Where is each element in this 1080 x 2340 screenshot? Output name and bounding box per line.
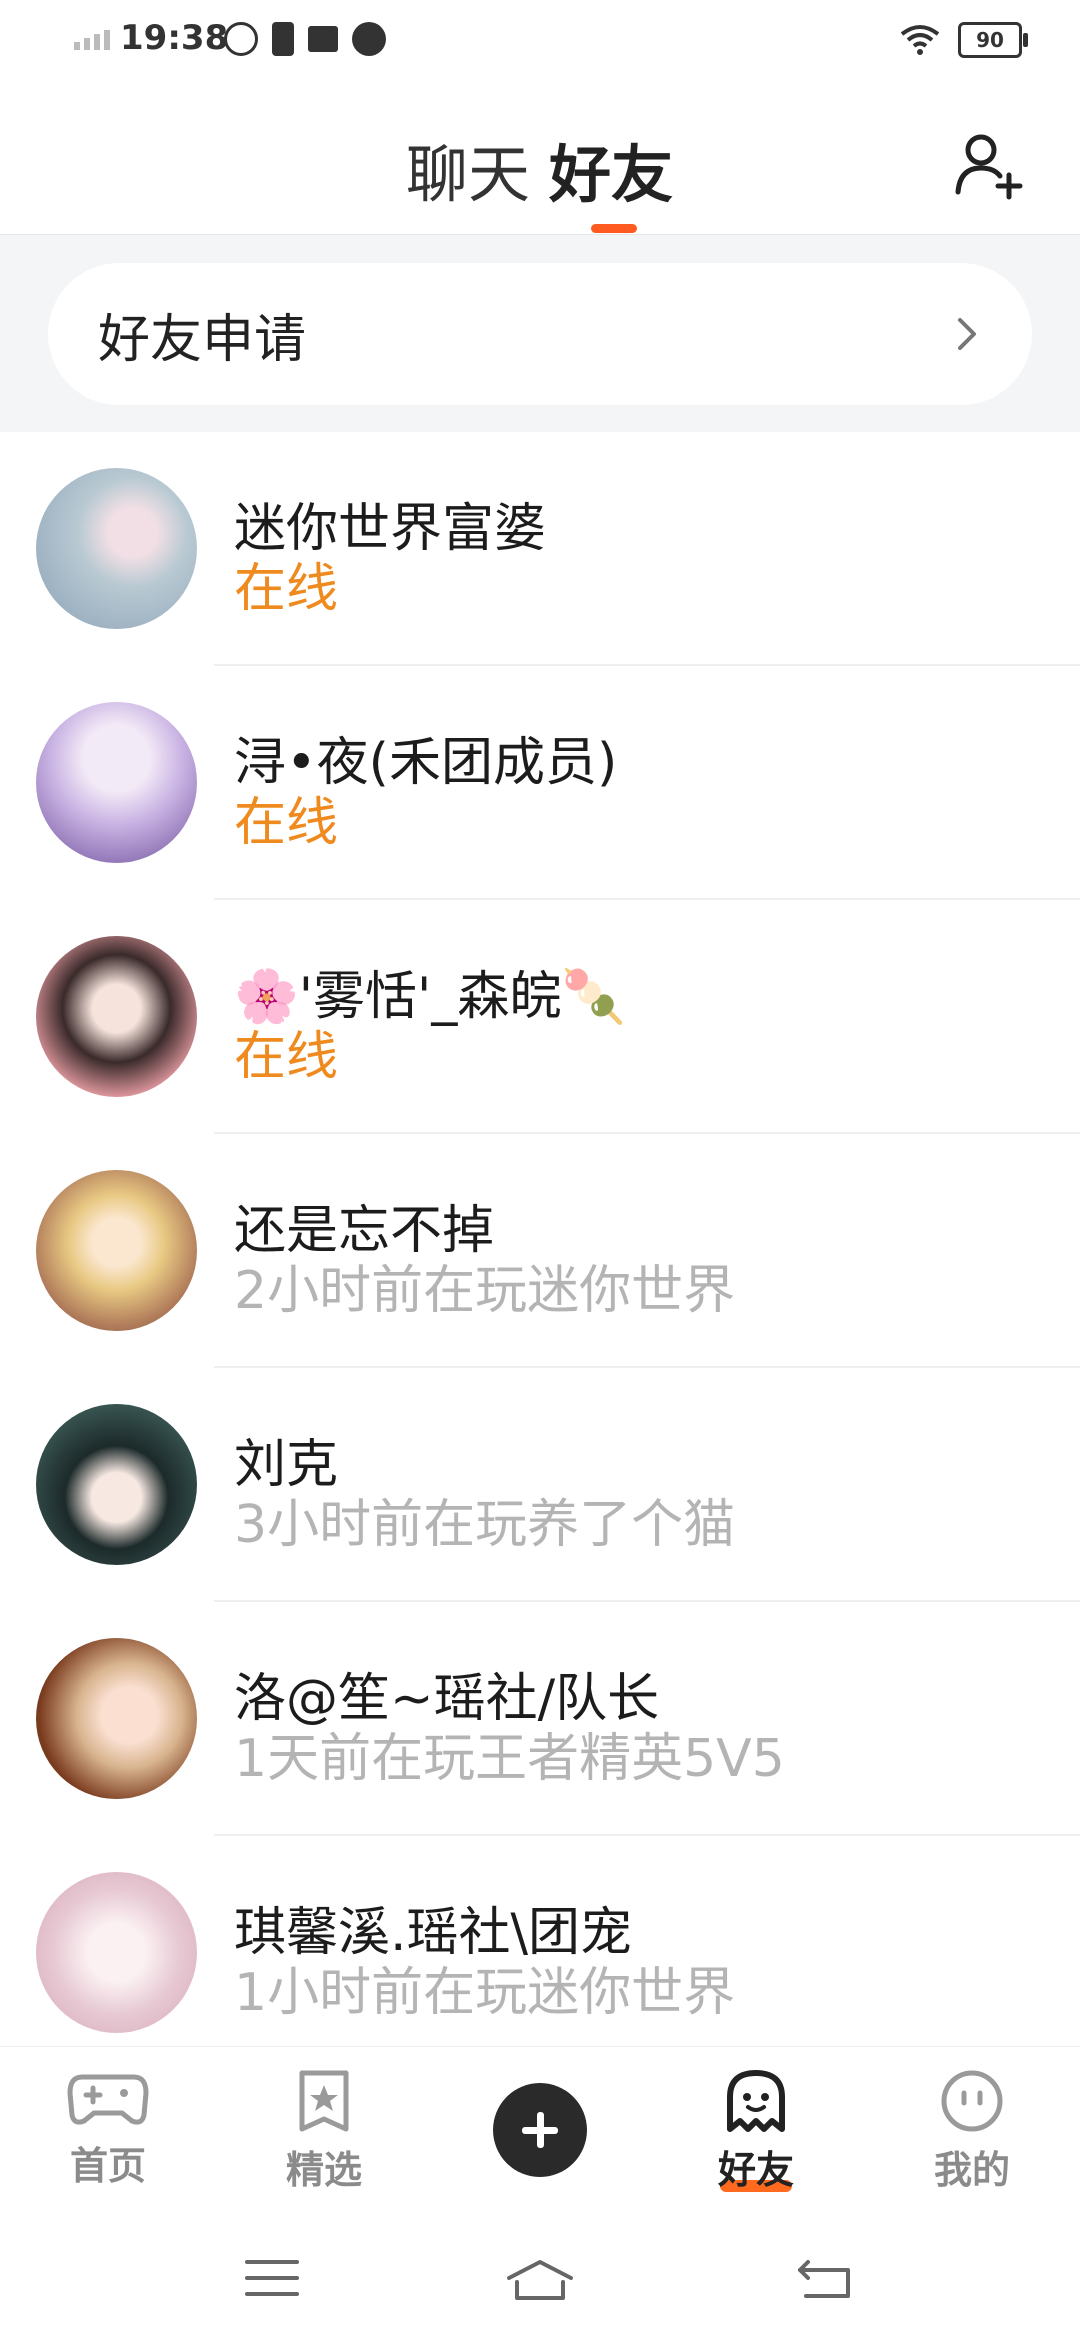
friend-request-section: 好友申请: [0, 235, 1080, 432]
friend-row[interactable]: 还是忘不掉 2小时前在玩迷你世界: [0, 1134, 1080, 1368]
nav-featured[interactable]: 精选: [249, 2069, 399, 2194]
friend-status: 在线: [234, 1027, 339, 1087]
avatar[interactable]: [36, 936, 197, 1097]
chevron-right-icon: [958, 318, 976, 350]
status-bar: 19:38 90: [0, 0, 1080, 84]
bottom-nav: 首页 精选 好友 我的: [0, 2046, 1080, 2217]
smiley-icon: [941, 2070, 1003, 2132]
friend-row[interactable]: 迷你世界富婆 在线: [0, 432, 1080, 666]
friend-status: 在线: [234, 559, 339, 619]
top-bar: 聊天 好友: [0, 84, 1080, 235]
clock-icon: [224, 22, 258, 56]
avatar[interactable]: [36, 702, 197, 863]
battery-indicator: 90: [958, 22, 1028, 58]
nav-friends-label: 好友: [717, 2148, 794, 2192]
nav-home-label: 首页: [69, 2144, 146, 2188]
avatar[interactable]: [36, 1872, 197, 2033]
avatar[interactable]: [36, 1638, 197, 1799]
friend-request-label: 好友申请: [98, 309, 307, 370]
friend-row[interactable]: 🌸'雾恬'_森皖🍡 在线: [0, 900, 1080, 1134]
nav-home[interactable]: 首页: [33, 2069, 183, 2190]
home-icon[interactable]: [505, 2258, 575, 2302]
add-friend-icon[interactable]: [954, 130, 1024, 200]
avatar[interactable]: [36, 468, 197, 629]
notification-icons: [224, 22, 386, 56]
friend-status: 在线: [234, 793, 339, 853]
avatar[interactable]: [36, 1404, 197, 1565]
status-time: 19:38: [120, 18, 229, 58]
friend-status: 2小时前在玩迷你世界: [234, 1261, 736, 1321]
avatar[interactable]: [36, 1170, 197, 1331]
compass-icon: [352, 22, 386, 56]
friend-row[interactable]: 浔•夜(禾团成员) 在线: [0, 666, 1080, 900]
nav-friends[interactable]: 好友: [681, 2069, 831, 2192]
active-tab-indicator: [591, 224, 637, 233]
friend-row[interactable]: 琪馨溪.瑶社\团宠 1小时前在玩迷你世界: [0, 1836, 1080, 2070]
friend-status: 1小时前在玩迷你世界: [234, 1963, 736, 2023]
back-icon[interactable]: [796, 2258, 852, 2300]
friend-list: 迷你世界富婆 在线 浔•夜(禾团成员) 在线 🌸'雾恬'_森皖🍡 在线 还是忘不…: [0, 432, 1080, 2070]
wifi-icon: [900, 25, 940, 55]
friend-status: 1天前在玩王者精英5V5: [234, 1729, 785, 1789]
system-nav-bar: [0, 2216, 1080, 2340]
tab-chat[interactable]: 聊天: [406, 124, 530, 214]
friend-row[interactable]: 洛@笙~瑶社/队长 1天前在玩王者精英5V5: [0, 1602, 1080, 1836]
star-bookmark-icon: [299, 2070, 349, 2132]
nav-profile[interactable]: 我的: [897, 2069, 1047, 2194]
friend-request-button[interactable]: 好友申请: [48, 263, 1032, 405]
nav-featured-label: 精选: [285, 2148, 362, 2192]
signal-icon: [74, 30, 110, 50]
book-icon: [308, 26, 338, 52]
menu-icon[interactable]: [245, 2258, 299, 2298]
plus-button[interactable]: [493, 2083, 587, 2177]
ghost-icon: [727, 2070, 785, 2132]
nav-profile-label: 我的: [933, 2148, 1010, 2192]
gamepad-icon: [67, 2074, 149, 2125]
tab-friends[interactable]: 好友: [549, 124, 673, 214]
tiktok-icon: [272, 22, 294, 56]
friend-status: 3小时前在玩养了个猫: [234, 1495, 736, 1555]
friend-row[interactable]: 刘克 3小时前在玩养了个猫: [0, 1368, 1080, 1602]
